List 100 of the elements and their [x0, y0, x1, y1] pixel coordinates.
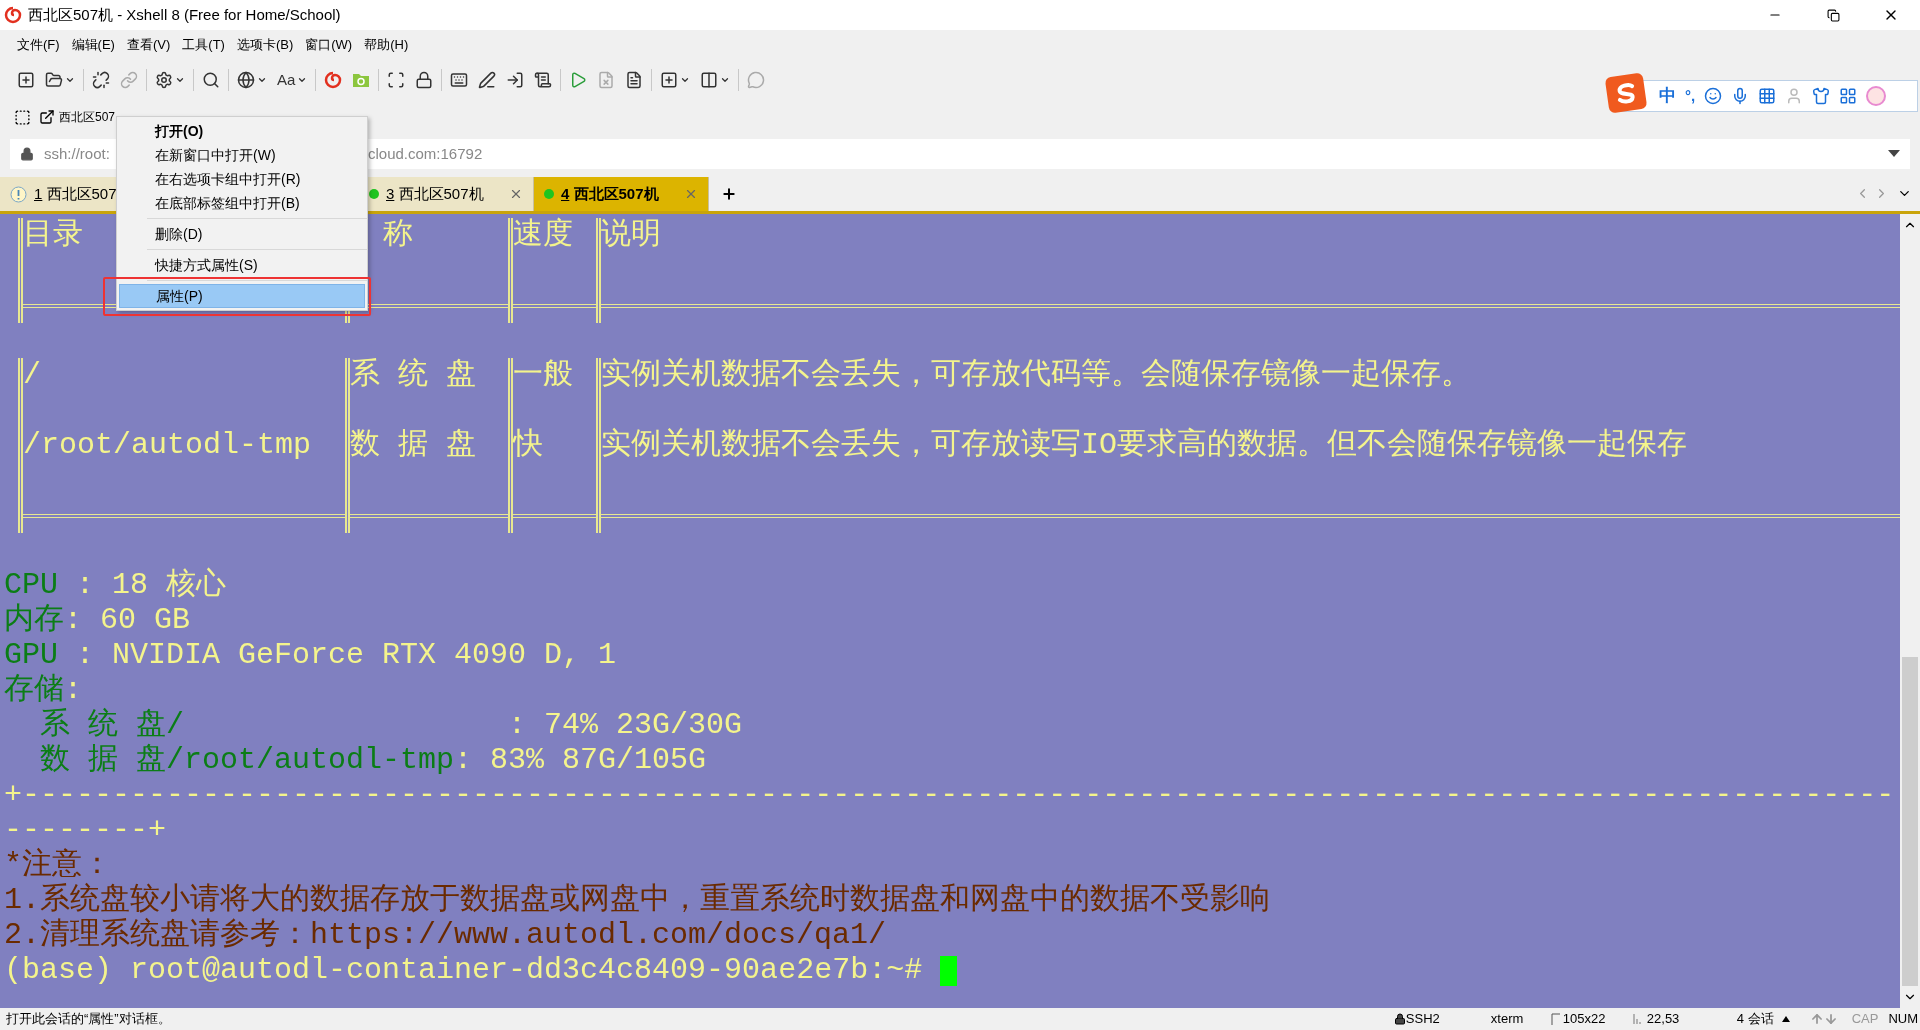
- session-count[interactable]: 4 会话: [1736, 1009, 1774, 1029]
- info-label: CPU: [4, 568, 59, 603]
- dropdown-icon[interactable]: [1888, 150, 1900, 158]
- table-cell: 系 统 盘: [350, 358, 476, 392]
- info-label: 系 统 盘/: [39, 708, 184, 743]
- note-text: *注意：: [4, 848, 112, 882]
- split-layout-icon: [700, 71, 719, 89]
- document-icon: [597, 71, 616, 89]
- info-value: : 83% 87G/105G: [454, 743, 707, 778]
- table-header: 速度: [513, 218, 573, 252]
- font-button[interactable]: Aa: [272, 66, 313, 94]
- num-lock-indicator: NUM: [1888, 1010, 1918, 1029]
- apps-icon[interactable]: [1839, 87, 1858, 105]
- info-label: 内存: [4, 603, 64, 638]
- session-tab[interactable]: 4 西北区507机: [534, 177, 709, 211]
- snail-logo-icon: [324, 71, 343, 89]
- lock-icon: [1393, 1013, 1406, 1025]
- terminal-type: xterm: [1490, 1010, 1525, 1029]
- square-plus-icon: [660, 71, 679, 89]
- terminal[interactable]: [0, 214, 1900, 1008]
- smile-icon[interactable]: [1704, 87, 1723, 105]
- session-link[interactable]: 西北区507: [59, 108, 116, 126]
- menu-item[interactable]: 窗口(W): [302, 35, 356, 55]
- table-cell: 快: [513, 428, 543, 462]
- status-message: 打开此会话的“属性”对话框。: [6, 1010, 171, 1029]
- info-label: GPU: [4, 638, 59, 673]
- tab-label: 4 西北区507机: [561, 183, 659, 204]
- folder-icon: [45, 71, 63, 89]
- scroll-thumb[interactable]: [1902, 657, 1918, 986]
- menu-item[interactable]: 文件(F): [14, 35, 63, 55]
- external-link-icon[interactable]: [39, 109, 55, 125]
- pen-icon: [478, 71, 497, 89]
- play-icon: [569, 71, 588, 89]
- size-icon: [1550, 1013, 1561, 1025]
- table-header: 目录: [23, 218, 83, 252]
- table-header: 说明: [601, 218, 661, 252]
- shirt-icon[interactable]: [1812, 87, 1831, 105]
- caret-icon: [680, 75, 691, 85]
- table-header: 称: [382, 218, 413, 252]
- info-label: 数 据 盘/root/autodl-tmp: [39, 743, 455, 778]
- menu-item[interactable]: 属性(P): [119, 284, 365, 308]
- search-icon: [202, 71, 220, 89]
- table-cell: 实例关机数据不会丢失，可存放读写IO要求高的数据。但不会随保存镜像一起保存: [601, 428, 1687, 462]
- info-value: : 74% 23G/30G: [507, 708, 743, 743]
- table-cell: 数 据 盘: [350, 428, 476, 462]
- shell-prompt: (base) root@autodl-container-dd3c4c8409-90ae2e7b:~#: [4, 953, 924, 988]
- table-cell: 实例关机数据不会丢失，可存放代码等。会随保存镜像一起保存。: [601, 358, 1471, 392]
- keyboard-grid-icon[interactable]: [1758, 87, 1777, 105]
- cursor-position-icon: [1632, 1013, 1643, 1025]
- separator-line: --------+: [4, 813, 167, 847]
- snail-logo-icon: [4, 6, 22, 24]
- menu-item[interactable]: 选项卡(B): [233, 35, 297, 55]
- info-icon: [10, 185, 27, 203]
- cursor-position: 22,53: [1646, 1010, 1681, 1029]
- address-text: cloud.com:16792: [368, 143, 483, 164]
- menu-item[interactable]: 快捷方式属性(S): [119, 253, 365, 277]
- address-text: ssh://root:: [44, 144, 110, 162]
- note-text: 2.清理系统盘请参考：https://www.autodl.com/docs/qa1/: [4, 918, 887, 952]
- info-value: : 60 GB: [64, 603, 191, 638]
- new-tab-icon[interactable]: [721, 186, 737, 202]
- lock-icon: [415, 71, 434, 89]
- link-icon: [120, 71, 138, 89]
- menu-item[interactable]: 在新窗口中打开(W): [119, 143, 365, 167]
- keyboard-icon: [450, 71, 469, 89]
- gear-icon: [155, 71, 173, 89]
- chat-icon: [747, 71, 766, 89]
- info-value: : NVIDIA GeForce RTX 4090 D, 1: [76, 638, 617, 673]
- tab-label: 3 西北区507机: [386, 183, 484, 204]
- globe-icon: [237, 71, 255, 89]
- protocol-status: SSH2: [1405, 1010, 1441, 1029]
- caret-icon: [297, 75, 308, 85]
- caret-icon: [720, 75, 731, 85]
- arrow-in-box-icon: [506, 71, 525, 89]
- caret-up-icon[interactable]: [1781, 1016, 1790, 1022]
- fullscreen-icon: [387, 71, 406, 89]
- ime-mode[interactable]: 中: [1659, 83, 1676, 109]
- add-link-icon[interactable]: [14, 108, 31, 126]
- ime-punctuation[interactable]: °,: [1685, 84, 1696, 108]
- menu-item[interactable]: 查看(V): [123, 35, 174, 55]
- broken-link-icon: [92, 71, 110, 89]
- table-cell: /: [23, 358, 41, 392]
- separator-line: +--------------------------------------------------------------------------------------------------------: [4, 778, 1895, 812]
- menu-item[interactable]: 工具(T): [179, 35, 228, 55]
- menu-item[interactable]: 编辑(E): [68, 35, 118, 55]
- close-tab-icon[interactable]: [684, 187, 698, 201]
- square-plus-icon: [17, 71, 35, 89]
- cursor: [940, 955, 958, 986]
- info-value: :: [64, 673, 82, 708]
- lock-icon: [20, 147, 34, 161]
- table-cell: /root/autodl-tmp: [23, 428, 312, 462]
- caps-lock-indicator: CAP: [1851, 1010, 1879, 1029]
- close-tab-icon[interactable]: [509, 187, 523, 201]
- window-title: 西北区507机 - Xshell 8 (Free for Home/School): [28, 4, 341, 25]
- menu-item[interactable]: 帮助(H): [361, 35, 412, 55]
- table-cell: 一般: [513, 358, 573, 392]
- note-text: 1.系统盘较小请将大的数据存放于数据盘或网盘中，重置系统时数据盘和网盘中的数据不受影响: [4, 883, 1270, 917]
- info-label: 存储: [4, 673, 64, 708]
- caret-icon: [175, 75, 185, 85]
- info-value: : 18 核心: [76, 568, 227, 603]
- menu-item[interactable]: 删除(D): [119, 222, 365, 246]
